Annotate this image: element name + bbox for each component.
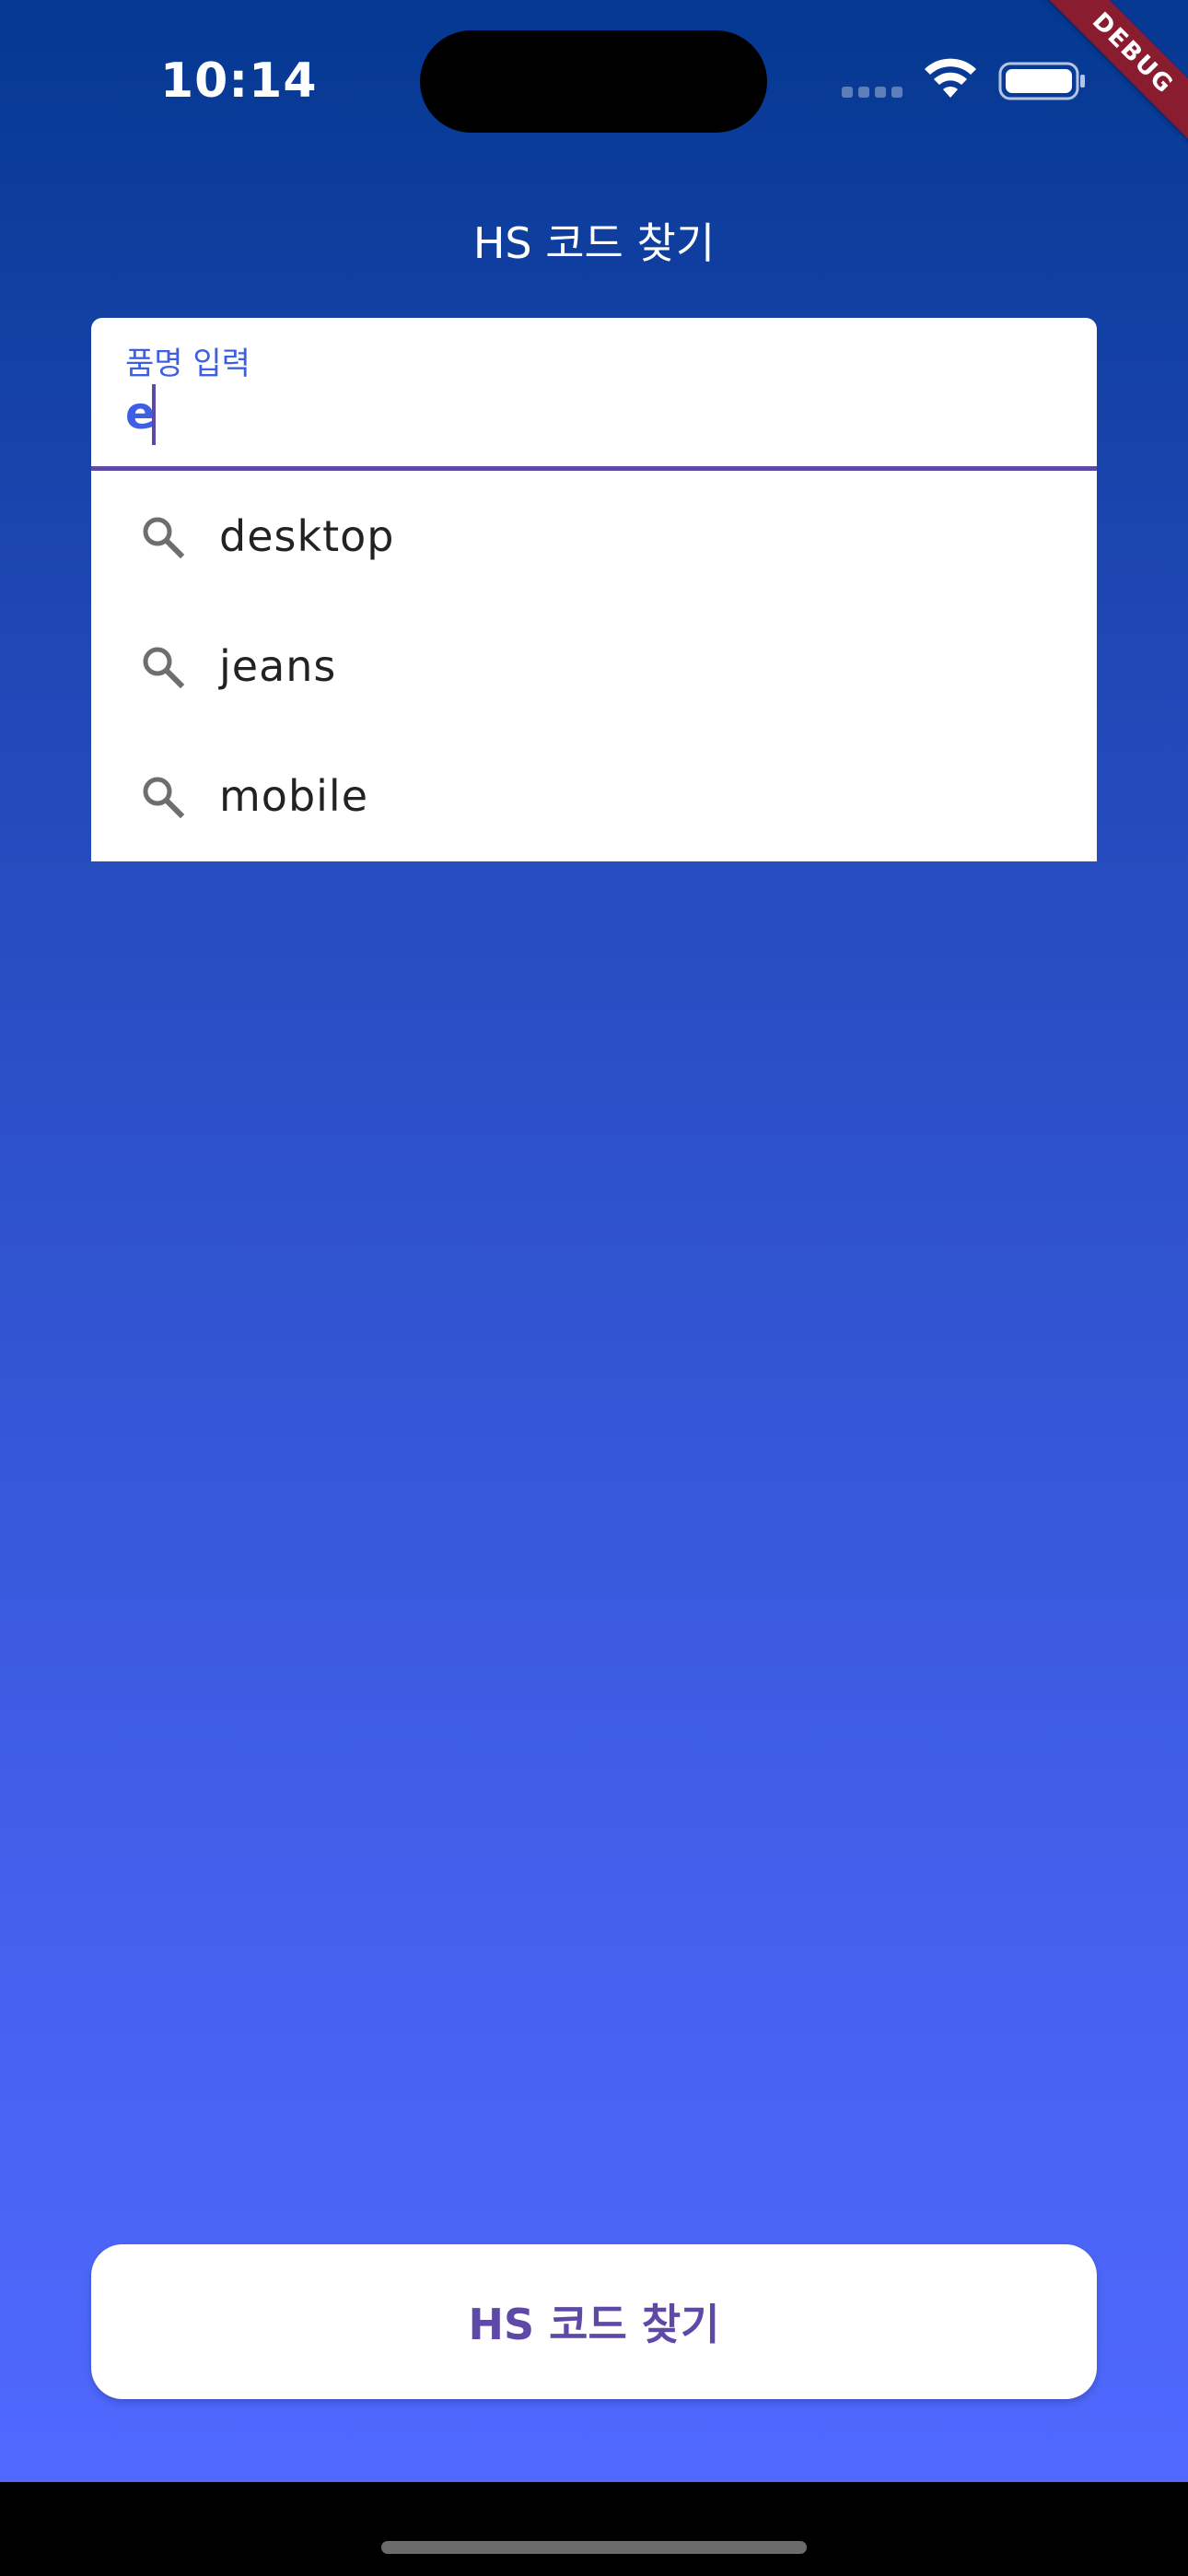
suggestion-item[interactable]: jeans xyxy=(91,601,1097,731)
home-indicator[interactable] xyxy=(381,2541,807,2554)
page-title: HS 코드 찾기 xyxy=(472,218,716,268)
suggestion-item[interactable]: desktop xyxy=(91,471,1097,601)
suggestions-list: desktop jeans mobile xyxy=(91,471,1097,861)
suggestion-label: mobile xyxy=(219,770,369,821)
cellular-signal-icon xyxy=(842,87,904,100)
search-icon xyxy=(143,647,185,688)
suggestion-item[interactable]: mobile xyxy=(91,731,1097,861)
suggestion-label: desktop xyxy=(219,510,395,561)
field-label: 품명 입력 xyxy=(125,345,250,382)
field-value[interactable]: e xyxy=(125,388,156,439)
suggestion-label: jeans xyxy=(219,640,337,691)
app-screen: 10:14 DEBUG HS 코드 찾기 품명 입력 e desktop jea… xyxy=(0,0,1188,2482)
status-time: 10:14 xyxy=(160,53,318,109)
dynamic-island xyxy=(420,30,767,133)
product-name-field[interactable]: 품명 입력 e xyxy=(91,318,1097,471)
search-icon xyxy=(143,517,185,558)
search-icon xyxy=(143,777,185,818)
text-cursor xyxy=(152,384,156,445)
find-hs-code-button[interactable]: HS 코드 찾기 xyxy=(91,2244,1097,2399)
wifi-icon xyxy=(925,58,976,98)
battery-icon xyxy=(998,62,1085,100)
